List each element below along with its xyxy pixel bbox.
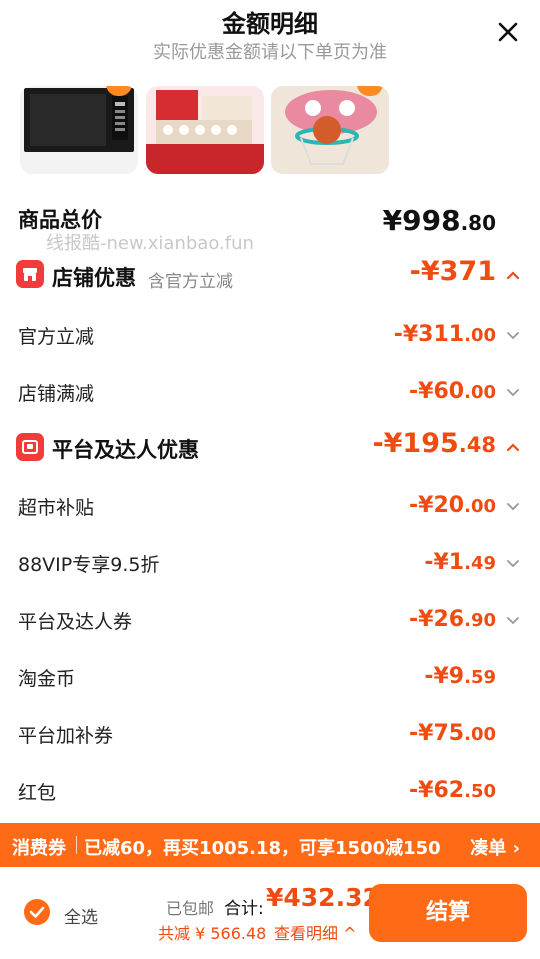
chevron-up-icon: ^ [338, 924, 357, 943]
check-icon[interactable] [24, 899, 50, 925]
close-icon[interactable] [494, 18, 522, 46]
product-thumbnails [0, 86, 540, 178]
discount-label: 平台加补券 [18, 725, 114, 747]
total-price-value: ¥998.80 [382, 204, 496, 237]
discount-row[interactable]: 店铺满减 -¥60.00 [0, 377, 540, 409]
discount-label: 超市补贴 [18, 497, 95, 519]
discount-row: 淘金币 -¥9.59 [0, 662, 540, 694]
sum-value: ¥432.32 [266, 883, 380, 912]
chevron-up-icon[interactable] [506, 440, 520, 454]
chevron-down-icon[interactable] [506, 329, 520, 343]
platform-discount-title: 平台及达人优惠 [52, 438, 199, 462]
store-discount-title: 店铺优惠 [52, 266, 136, 290]
chevron-down-icon[interactable] [506, 500, 520, 514]
discount-row: 平台加补券 -¥75.00 [0, 719, 540, 751]
discount-row[interactable]: 超市补贴 -¥20.00 [0, 491, 540, 523]
discount-amount: -¥20.00 [409, 493, 496, 518]
page-subtitle: 实际优惠金额请以下单页为准 [153, 42, 387, 63]
store-icon [16, 260, 44, 288]
gift-icon [16, 433, 44, 461]
add-items-link[interactable]: 凑单 › [470, 834, 520, 860]
sum-label: 合计: [224, 899, 264, 919]
discount-amount: -¥26.90 [409, 607, 496, 632]
header: 金额明细 实际优惠金额请以下单页为准 [0, 0, 540, 80]
platform-discount-amount: -¥195.48 [372, 428, 496, 459]
discount-row[interactable]: 88VIP专享9.5折 -¥1.49 [0, 548, 540, 580]
discount-label: 红包 [18, 782, 57, 804]
shipping-label: 已包邮 [166, 899, 215, 918]
product-thumb-basketball-hoop[interactable] [271, 86, 389, 174]
coupon-tag: 消费券 [12, 838, 66, 859]
discount-row[interactable]: 平台及达人券 -¥26.90 [0, 605, 540, 637]
discount-label: 88VIP专享9.5折 [18, 554, 160, 576]
page-title: 金额明细 [222, 10, 318, 38]
discount-amount: -¥1.49 [424, 550, 496, 575]
chevron-down-icon[interactable] [506, 557, 520, 571]
discount-row: 红包 -¥62.50 [0, 776, 540, 808]
chevron-down-icon[interactable] [506, 614, 520, 628]
store-discount-header[interactable]: 店铺优惠 含官方立减 -¥371 [0, 256, 540, 294]
view-details-link[interactable]: 查看明细 ^ [274, 920, 357, 944]
discount-amount: -¥9.59 [424, 664, 496, 689]
store-discount-note: 含官方立减 [148, 272, 233, 292]
discount-label: 平台及达人券 [18, 611, 133, 633]
discount-amount: -¥75.00 [409, 721, 496, 746]
product-thumb-microwave[interactable] [20, 86, 138, 174]
discount-row[interactable]: 官方立减 -¥311.00 [0, 320, 540, 352]
discount-label: 店铺满减 [18, 383, 95, 405]
product-thumb-giftbox[interactable] [146, 86, 264, 174]
discount-amount: -¥62.50 [409, 778, 496, 803]
watermark-text: 线报酷-new.xianbao.fun [46, 233, 254, 254]
store-discount-amount: -¥371 [409, 256, 496, 287]
saved-amount: 共减 ¥ 566.48 [158, 924, 267, 943]
chevron-down-icon[interactable] [506, 386, 520, 400]
chevron-up-icon[interactable] [506, 268, 520, 282]
checkout-button[interactable]: 结算 [369, 884, 527, 942]
discount-label: 官方立减 [18, 326, 95, 348]
select-all-label[interactable]: 全选 [64, 903, 98, 928]
chevron-right-icon: › [512, 838, 520, 859]
platform-discount-header[interactable]: 平台及达人优惠 -¥195.48 [0, 428, 540, 466]
discount-amount: -¥311.00 [393, 322, 496, 347]
discount-label: 淘金币 [18, 668, 76, 690]
discount-amount: -¥60.00 [409, 379, 496, 404]
banner-divider [76, 836, 77, 854]
checkout-footer: 全选 已包邮 合计: ¥432.32 共减 ¥ 566.48 查看明细 ^ 结算 [0, 867, 540, 959]
coupon-banner[interactable]: 消费券 已减60，再买1005.18，可享1500减150 凑单 › [0, 823, 540, 867]
coupon-text: 已减60，再买1005.18，可享1500减150 [84, 838, 441, 859]
